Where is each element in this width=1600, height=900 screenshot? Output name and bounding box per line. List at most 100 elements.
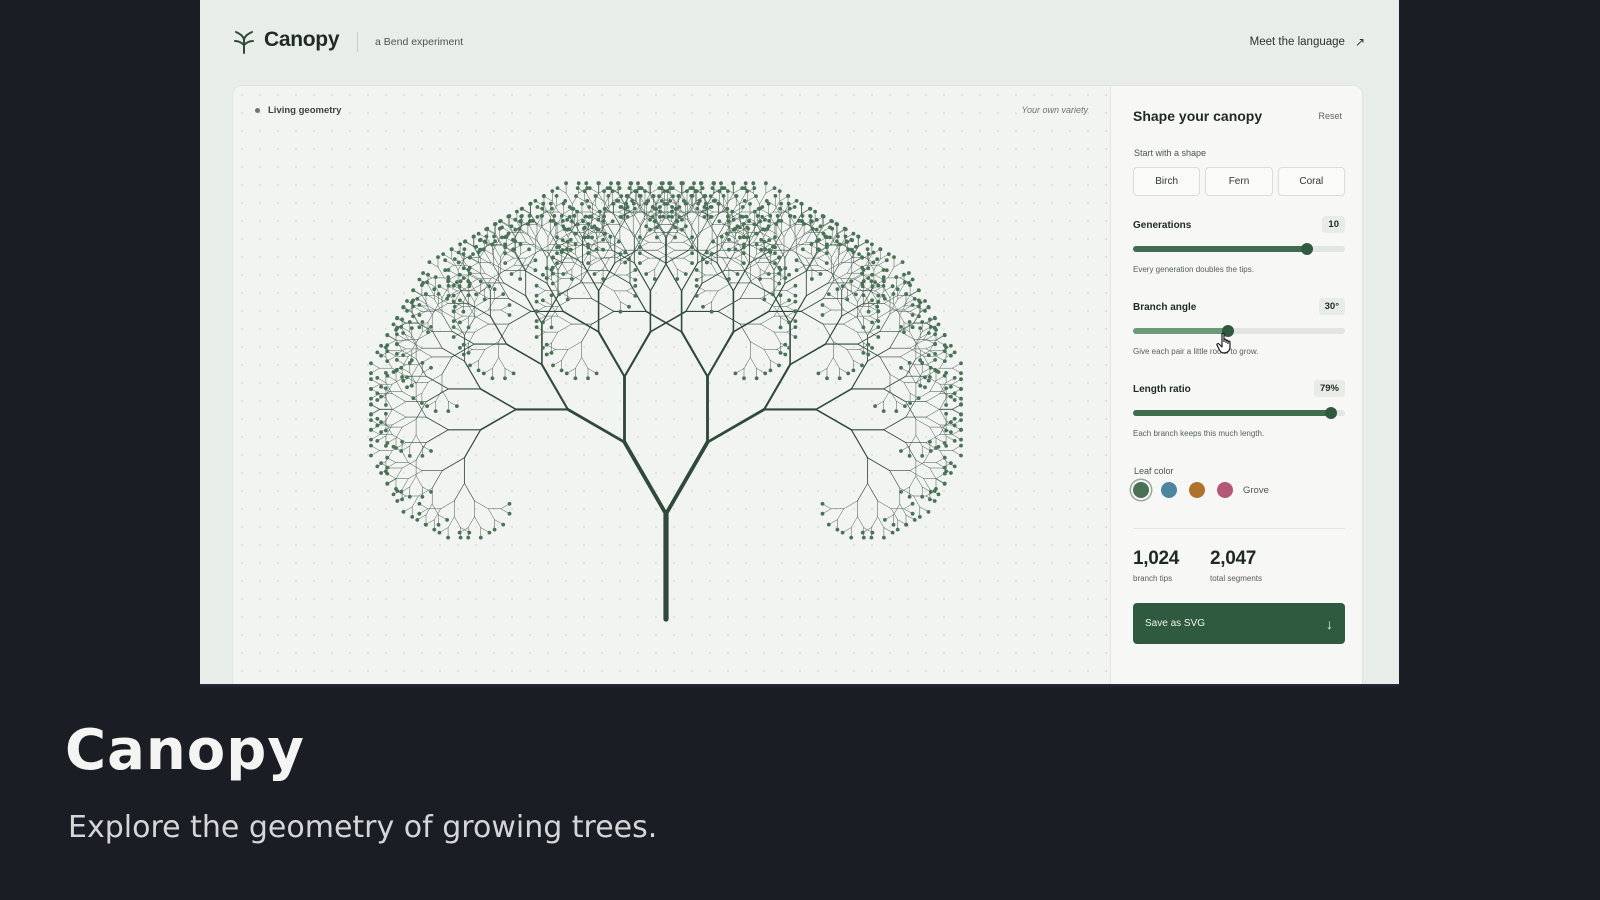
swatch-pink[interactable] xyxy=(1217,482,1233,498)
reset-button[interactable]: Reset xyxy=(1318,111,1342,121)
shape-fern-button[interactable]: Fern xyxy=(1205,167,1273,196)
ratio-slider[interactable] xyxy=(1133,407,1345,419)
meet-the-language-link[interactable]: Meet the language ↗ xyxy=(1250,35,1365,49)
tree-branch xyxy=(474,323,489,333)
leaf-dot xyxy=(701,304,705,309)
tree-branch xyxy=(411,364,419,376)
leaf-dot xyxy=(680,227,684,232)
shape-coral-button[interactable]: Coral xyxy=(1277,167,1345,196)
tree-branch xyxy=(474,516,482,528)
tree-branch xyxy=(677,232,693,241)
generations-slider[interactable] xyxy=(1133,243,1345,255)
leaf-dot xyxy=(455,404,459,408)
leaf-dot xyxy=(744,214,749,219)
leaf-dot xyxy=(585,199,590,203)
leaf-dot xyxy=(763,247,768,252)
leaf-dot xyxy=(741,251,746,256)
leaf-dot xyxy=(944,411,948,416)
logo-text[interactable]: Canopy xyxy=(264,28,340,52)
angle-slider[interactable] xyxy=(1133,325,1345,337)
leaf-dot xyxy=(830,226,835,231)
leaf-dot xyxy=(870,242,874,247)
leaf-dot xyxy=(673,235,677,240)
tree-branch xyxy=(843,315,858,325)
leaf-dot xyxy=(401,510,406,514)
leaf-dot xyxy=(777,255,781,260)
leaf-dot xyxy=(952,376,957,380)
tree-branch xyxy=(909,347,924,357)
leaf-dot xyxy=(467,255,472,260)
segments-value: 2,047 xyxy=(1210,548,1257,569)
leaf-dot xyxy=(823,234,828,239)
swatch-blue[interactable] xyxy=(1161,482,1177,498)
tree-branch xyxy=(909,434,917,447)
leaf-dot xyxy=(918,326,923,330)
leaf-dot xyxy=(417,511,422,516)
tree-branch xyxy=(789,343,827,366)
leaf-dot xyxy=(395,358,399,362)
tree-branch xyxy=(891,298,898,311)
leaf-dot xyxy=(394,487,398,491)
leaf-dot xyxy=(849,535,854,540)
leaf-dot xyxy=(908,283,912,287)
leaf-dot xyxy=(415,297,420,301)
leaf-color-swatches: Grove xyxy=(1133,482,1269,498)
leaf-dot xyxy=(793,319,798,323)
leaf-dot xyxy=(864,239,869,244)
swatch-green[interactable] xyxy=(1133,482,1149,498)
tree-branch xyxy=(567,341,582,350)
leaf-dot xyxy=(778,325,783,330)
tree-branch xyxy=(474,500,489,510)
leaf-dot xyxy=(602,207,607,211)
leaf-dot xyxy=(658,205,662,209)
tree-branch xyxy=(867,457,891,472)
leaf-dot xyxy=(814,227,819,232)
leaf-dot xyxy=(746,226,750,231)
leaf-dot xyxy=(446,284,451,288)
leaf-dot xyxy=(467,271,472,276)
leaf-dot xyxy=(738,235,742,240)
leaf-dot xyxy=(560,248,565,253)
ratio-slider-thumb[interactable] xyxy=(1325,407,1338,419)
leaf-dot xyxy=(507,501,512,506)
leaf-dot xyxy=(400,497,404,502)
leaf-dot xyxy=(369,396,373,401)
leaf-dot xyxy=(891,522,896,527)
tree-branch xyxy=(841,302,865,317)
leaf-dot xyxy=(778,351,783,355)
leaf-dot xyxy=(861,535,866,540)
leaf-dot xyxy=(891,292,896,296)
leaf-dot xyxy=(851,368,856,373)
leaf-dot xyxy=(456,260,461,265)
save-svg-button[interactable]: Save as SVG ↓ xyxy=(1133,603,1345,644)
leaf-dot xyxy=(836,234,840,239)
tree-branch xyxy=(441,356,453,375)
leaf-dot xyxy=(734,194,739,198)
leaf-dot xyxy=(564,371,569,376)
leaf-dot xyxy=(907,361,912,365)
leaf-dot xyxy=(907,271,911,275)
leaf-dot xyxy=(549,201,553,206)
leaf-dot xyxy=(549,351,554,355)
leaf-dot xyxy=(949,420,953,425)
leaf-dot xyxy=(758,206,762,211)
tree-branch xyxy=(391,408,407,418)
ratio-slider-fill xyxy=(1133,410,1332,416)
tree-branch xyxy=(837,508,844,520)
leaf-dot xyxy=(875,304,880,309)
tree-branch xyxy=(441,313,453,332)
leaf-dot xyxy=(500,225,504,230)
shape-birch-button[interactable]: Birch xyxy=(1133,167,1201,196)
tree-branch xyxy=(711,263,719,276)
generations-slider-thumb[interactable] xyxy=(1300,243,1313,255)
leaf-dot xyxy=(451,335,456,339)
leaf-dot xyxy=(725,231,729,236)
tree-branch xyxy=(508,298,532,312)
leaf-dot xyxy=(675,219,680,224)
leaf-dot xyxy=(624,201,629,206)
leaf-dot xyxy=(846,371,851,376)
leaf-dot xyxy=(876,293,881,298)
tree-branch xyxy=(629,240,641,259)
swatch-orange[interactable] xyxy=(1189,482,1205,498)
leaf-dot xyxy=(689,194,694,198)
